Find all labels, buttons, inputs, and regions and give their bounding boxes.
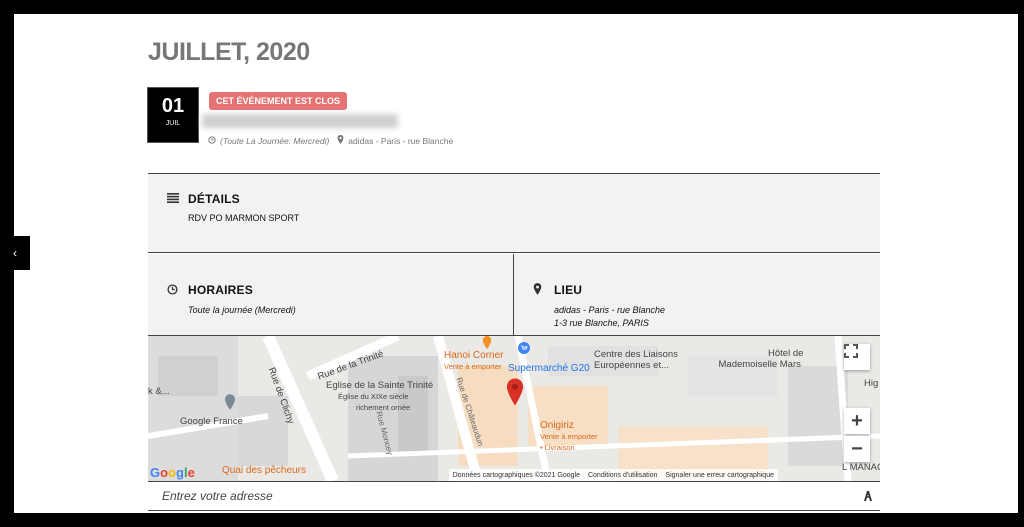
event-meta-time: (Toute La Journée: Mercredi) <box>220 135 330 146</box>
map-terms-link[interactable]: Conditions d'utilisation <box>588 472 657 479</box>
details-heading: DÉTAILS <box>188 192 240 206</box>
lieu-heading: LIEU <box>554 283 583 297</box>
map-label-trinite: Eglise de la Sainte Trinité Église du XI… <box>326 380 434 412</box>
event-meta-location: adidas - Paris - rue Blanche <box>348 135 454 146</box>
map-label-onigiriz: Onigiriz Vente à emporter • Livraison <box>540 420 598 452</box>
map-footer: Données cartographiques ©2021 Google Con… <box>448 469 778 481</box>
info-row: HORAIRES Toute la journée (Mercredi) LIE… <box>148 254 880 336</box>
horaires-text: Toute la journée (Mercredi) <box>188 305 296 315</box>
fullscreen-icon <box>844 344 858 358</box>
map-label-higi: Hig <box>864 378 879 389</box>
list-icon <box>167 193 179 206</box>
info-divider <box>513 254 514 335</box>
lieu-line2: 1-3 rue Blanche, PARIS <box>554 318 649 328</box>
horaires-heading: HORAIRES <box>188 283 253 297</box>
event-date-day: 01 <box>161 95 185 117</box>
clock-icon <box>208 135 216 146</box>
map-label-google-france: Google France <box>180 416 243 427</box>
event-title-redacted[interactable] <box>202 114 398 128</box>
fullscreen-button[interactable] <box>844 344 870 370</box>
event-closed-badge: CET ÉVÉNEMENT EST CLOS <box>209 92 348 110</box>
map-data-credit: Données cartographiques ©2021 Google <box>452 471 580 479</box>
address-input[interactable] <box>162 489 822 503</box>
map-pin-icon <box>533 283 542 298</box>
directions-icon[interactable] <box>862 490 874 504</box>
address-bar <box>148 481 880 511</box>
map-pin-icon <box>337 135 344 146</box>
map-label-centre: Centre des Liaisons Européennes et... <box>594 349 678 371</box>
map-label-left-amp: k &... <box>148 386 170 397</box>
page-frame: JUILLET, 2020 01 JUIL CET ÉVÉNEMENT EST … <box>14 14 1018 513</box>
event-meta: (Toute La Journée: Mercredi) adidas - Pa… <box>208 135 453 146</box>
map-label-quai: Quai des pêcheurs <box>222 465 306 476</box>
map-label-hanoi: Hanoi Corner Vente à emporter <box>444 350 504 371</box>
zoom-in-button[interactable]: + <box>844 408 870 434</box>
lieu-line1: adidas - Paris - rue Blanche <box>554 305 666 315</box>
map-report-link[interactable]: Signaler une erreur cartographique <box>665 472 774 479</box>
details-section: DÉTAILS RDV PO MARMON SPORT <box>148 173 880 253</box>
event-date-month: JUIL <box>165 120 181 127</box>
clock-icon <box>167 284 178 298</box>
map-label-managi: L MANAGI <box>842 462 880 473</box>
zoom-out-button[interactable]: − <box>844 436 870 462</box>
event-date-box: 01 JUIL <box>147 87 199 143</box>
sidebar-toggle-button[interactable]: ‹ <box>0 236 30 270</box>
chevron-left-icon: ‹ <box>13 246 17 260</box>
google-logo: Google <box>150 465 195 480</box>
map-embed[interactable]: Rue de Clichy Rue de la Trinité Rue Monc… <box>148 336 880 481</box>
details-text: RDV PO MARMON SPORT <box>188 213 300 223</box>
map-label-hotel: Hôtel de Mademoiselle Mars <box>718 348 804 370</box>
map-label-supermarche: Supermarché G20 <box>508 363 590 374</box>
month-title: JUILLET, 2020 <box>148 38 310 66</box>
